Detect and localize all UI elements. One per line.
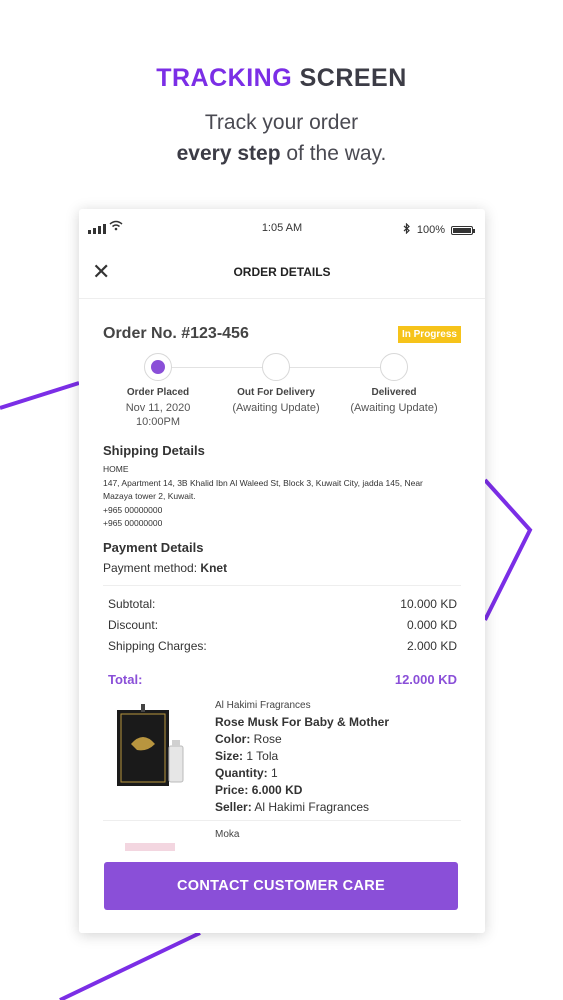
step-dot-active xyxy=(144,353,172,381)
order-content[interactable]: Order No. #123-456 In Progress Order Pla… xyxy=(79,325,485,859)
step-order-placed: Order Placed Nov 11, 2020 10:00PM xyxy=(103,353,213,429)
promo-subtitle: Track your order every step of the way. xyxy=(176,111,387,165)
status-bar: 1:05 AM 100% xyxy=(79,209,485,247)
step-dot xyxy=(380,353,408,381)
payment-details: Payment Details Payment method: Knet xyxy=(103,539,228,575)
product-image xyxy=(103,700,213,800)
page-title: ORDER DETAILS xyxy=(233,265,331,279)
order-total: Total: 12.000 KD xyxy=(108,671,457,687)
battery-percent: 100% xyxy=(416,224,445,236)
product-item[interactable]: Al Hakimi Fragrances Rose Musk For Baby … xyxy=(103,700,461,821)
order-tracker: Order Placed Nov 11, 2020 10:00PM Out Fo… xyxy=(103,353,461,441)
navbar: ✕ ORDER DETAILS xyxy=(79,247,485,299)
product-brand: Al Hakimi Fragrances xyxy=(215,699,311,711)
shipping-details: Shipping Details HOME 147, Apartment 14,… xyxy=(103,443,423,528)
promo-title: TRACKING SCREEN xyxy=(156,64,407,92)
product-brand: Moka xyxy=(215,828,240,840)
contact-customer-care-button[interactable]: CONTACT CUSTOMER CARE xyxy=(104,862,458,910)
cta-bar: CONTACT CUSTOMER CARE xyxy=(79,851,485,933)
step-out-for-delivery: Out For Delivery (Awaiting Update) xyxy=(221,353,331,415)
status-badge: In Progress xyxy=(397,325,461,343)
order-number: Order No. #123-456 xyxy=(103,325,249,342)
order-summary: Subtotal: 10.000 KD Discount: 0.000 KD Shi… xyxy=(103,584,461,690)
product-name: Rose Musk For Baby & Mother xyxy=(215,714,390,729)
battery-icon xyxy=(451,225,475,235)
step-delivered: Delivered (Awaiting Update) xyxy=(339,353,449,415)
step-dot xyxy=(262,353,290,381)
phone-frame: 1:05 AM 100% ✕ ORDER DETAILS Order No. #… xyxy=(79,209,485,933)
promo-headline: TRACKING SCREEN Track your order every s… xyxy=(0,64,563,169)
bluetooth-icon xyxy=(403,222,411,237)
